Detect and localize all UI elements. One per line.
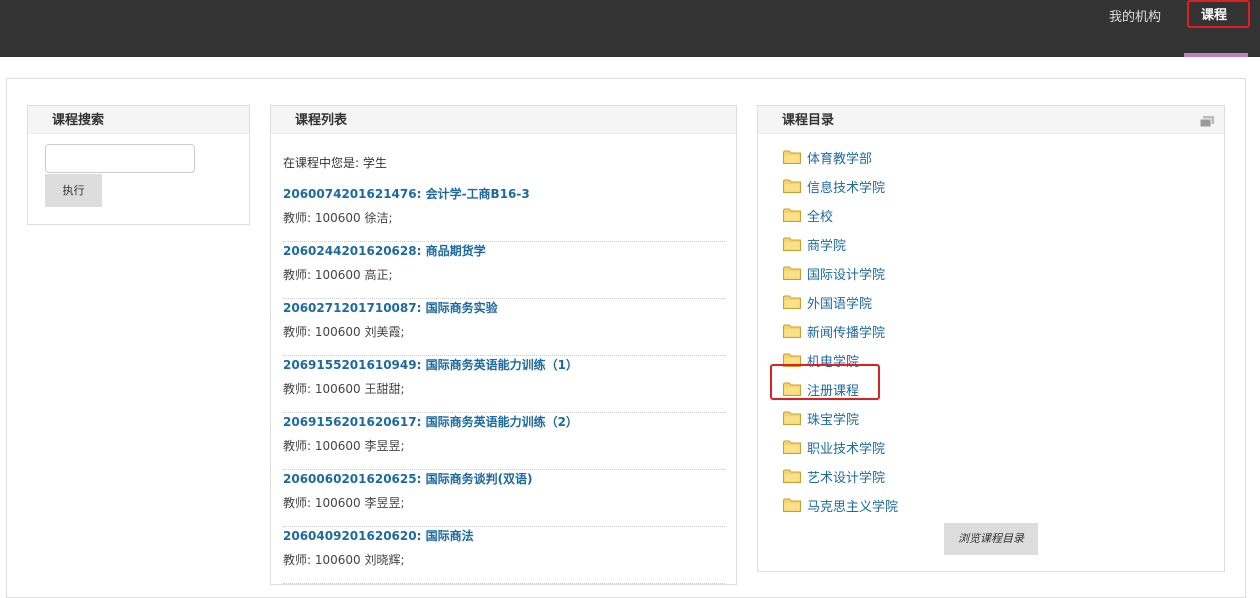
course-teacher: 教师: 100600 李昱昱; bbox=[283, 439, 405, 453]
catalogue-category-label: 体育教学部 bbox=[807, 152, 873, 167]
nav-my-organization[interactable]: 我的机构 bbox=[1109, 6, 1161, 25]
catalogue-category-label: 国际设计学院 bbox=[807, 268, 886, 283]
catalogue-category-label: 商学院 bbox=[807, 239, 847, 254]
catalogue-category-label: 全校 bbox=[807, 210, 834, 225]
catalogue-category-label: 珠宝学院 bbox=[807, 413, 860, 428]
register-courses-highlight-box bbox=[770, 364, 880, 400]
search-go-button[interactable]: 执行 bbox=[45, 174, 102, 207]
course-title-link[interactable]: 2069155201610949: 国际商务英语能力训练（1） bbox=[283, 356, 578, 373]
top-navbar: 我的机构 课程 bbox=[0, 0, 1260, 57]
browse-catalogue-button[interactable]: 浏览课程目录 bbox=[944, 523, 1038, 555]
folder-icon bbox=[783, 411, 801, 425]
nav-courses-highlight-box bbox=[1187, 0, 1250, 28]
course-item: 2060060201620625: 国际商务谈判(双语) 教师: 100600 … bbox=[283, 470, 725, 527]
catalogue-category-label: 信息技术学院 bbox=[807, 181, 886, 196]
folder-icon bbox=[783, 208, 801, 222]
folder-icon bbox=[783, 324, 801, 338]
folder-icon bbox=[783, 498, 801, 512]
course-search-input[interactable] bbox=[45, 144, 195, 173]
catalogue-category-label: 外国语学院 bbox=[807, 297, 873, 312]
course-title-link[interactable]: 2060060201620625: 国际商务谈判(双语) bbox=[283, 470, 533, 487]
folder-icon bbox=[783, 179, 801, 193]
course-search-title: 课程搜索 bbox=[28, 106, 249, 134]
course-item: 2060271201710087: 国际商务实验 教师: 100600 刘美霞; bbox=[283, 299, 725, 356]
course-teacher: 教师: 100600 高正; bbox=[283, 268, 393, 282]
course-list-title: 课程列表 bbox=[271, 106, 736, 134]
catalogue-category-label: 艺术设计学院 bbox=[807, 471, 886, 486]
catalogue-category-label: 新闻传播学院 bbox=[807, 326, 886, 341]
folder-icon bbox=[783, 266, 801, 280]
dock-block-icon[interactable] bbox=[1200, 116, 1214, 127]
course-teacher: 教师: 100600 王甜甜; bbox=[283, 382, 405, 396]
role-line: 在课程中您是: 学生 bbox=[283, 156, 387, 170]
course-item: 2069156201620617: 国际商务英语能力训练（2） 教师: 1006… bbox=[283, 413, 725, 470]
course-catalogue-block: 课程目录 体育教学部 信息技术学院 全校 商学院 国际设计学院 外国语学院 新闻… bbox=[757, 105, 1225, 572]
nav-active-indicator bbox=[1184, 53, 1248, 57]
course-teacher: 教师: 100600 徐洁; bbox=[283, 211, 393, 225]
course-item: 2060409201620620: 国际商法 教师: 100600 刘晓辉; bbox=[283, 527, 725, 584]
folder-icon bbox=[783, 440, 801, 454]
course-list-block: 课程列表 在课程中您是: 学生 2060074201621476: 会计学-工商… bbox=[270, 105, 737, 585]
course-teacher: 教师: 100600 李昱昱; bbox=[283, 496, 405, 510]
course-item: 2060244201620628: 商品期货学 教师: 100600 高正; bbox=[283, 242, 725, 299]
folder-icon bbox=[783, 237, 801, 251]
course-title-link[interactable]: 2060271201710087: 国际商务实验 bbox=[283, 299, 498, 316]
folder-icon bbox=[783, 295, 801, 309]
course-item: 2069155201610949: 国际商务英语能力训练（1） 教师: 1006… bbox=[283, 356, 725, 413]
catalogue-category-label: 职业技术学院 bbox=[807, 442, 886, 457]
course-search-block: 课程搜索 执行 bbox=[27, 105, 250, 225]
folder-icon bbox=[783, 150, 801, 164]
course-title-link[interactable]: 2060409201620620: 国际商法 bbox=[283, 527, 474, 544]
folder-icon bbox=[783, 469, 801, 483]
catalogue-category-label: 马克思主义学院 bbox=[807, 500, 899, 515]
course-teacher: 教师: 100600 刘美霞; bbox=[283, 325, 405, 339]
course-catalogue-title: 课程目录 bbox=[758, 106, 1224, 134]
course-title-link[interactable]: 2069156201620617: 国际商务英语能力训练（2） bbox=[283, 413, 578, 430]
course-title-link[interactable]: 2060244201620628: 商品期货学 bbox=[283, 242, 486, 259]
course-item: 2060074201621476: 会计学-工商B16-3 教师: 100600… bbox=[283, 185, 725, 242]
course-teacher: 教师: 100600 刘晓辉; bbox=[283, 553, 405, 567]
course-title-link[interactable]: 2060074201621476: 会计学-工商B16-3 bbox=[283, 185, 530, 202]
